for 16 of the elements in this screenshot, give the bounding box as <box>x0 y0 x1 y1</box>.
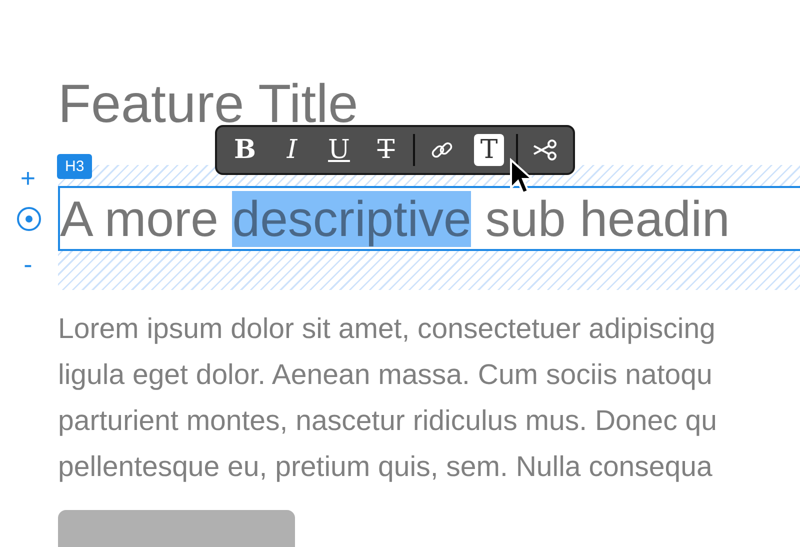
block-tag: H3 <box>57 154 92 179</box>
heading-field[interactable]: A more descriptive sub headin <box>58 186 800 251</box>
remove-control[interactable]: - <box>14 251 42 277</box>
underline-button[interactable]: U <box>319 134 359 166</box>
body-text: Lorem ipsum dolor sit amet, consectetuer adipiscing <box>58 312 716 347</box>
target-icon[interactable] <box>16 206 42 232</box>
scissors-icon <box>532 139 558 161</box>
add-control[interactable]: + <box>14 165 42 191</box>
bold-button[interactable]: B <box>225 134 265 166</box>
body-text: pellentesque eu, pretium quis, sem. Nulla consequa <box>58 450 714 485</box>
body-text: parturient montes, nascetur ridiculus mus. Donec qu <box>58 404 718 439</box>
text-button[interactable]: T <box>474 134 504 166</box>
page-title: Feature Title <box>58 73 358 136</box>
italic-button[interactable]: I <box>272 134 312 166</box>
body-text: ligula eget dolor. Aenean massa. Cum sociis natoqu <box>58 358 714 393</box>
strike-button[interactable]: T <box>366 134 406 166</box>
